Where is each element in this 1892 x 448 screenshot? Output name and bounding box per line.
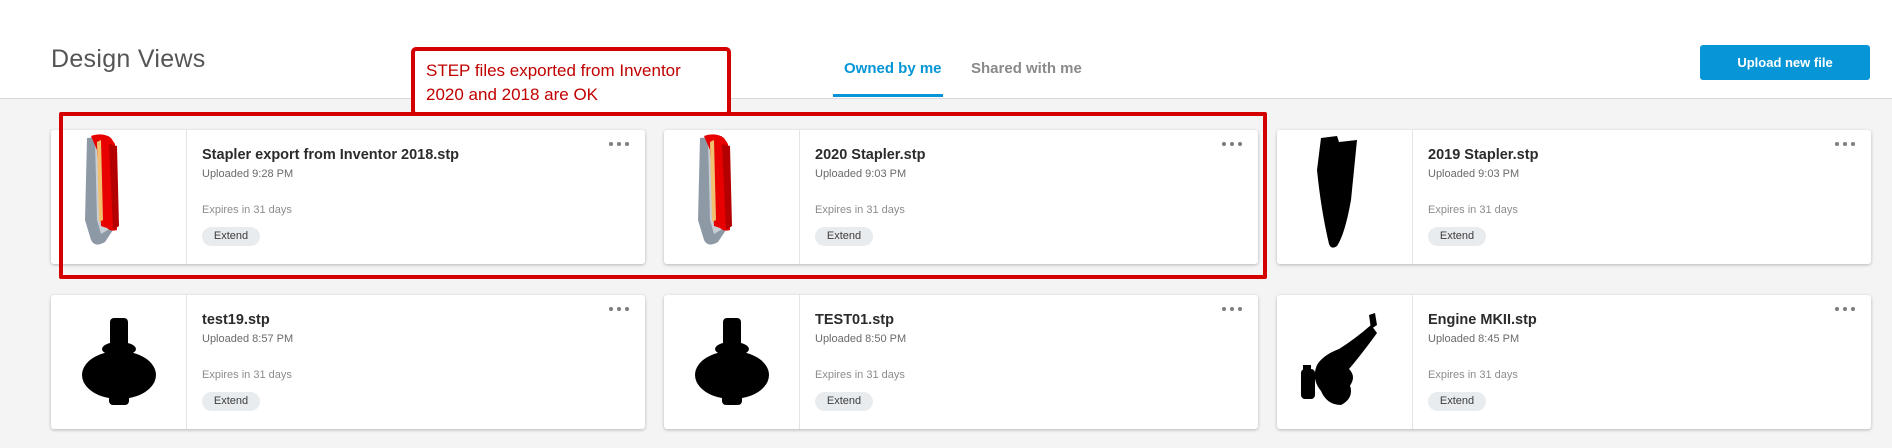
- more-options-icon[interactable]: [1835, 305, 1857, 315]
- file-name[interactable]: 2019 Stapler.stp: [1428, 147, 1538, 163]
- file-thumbnail: [51, 130, 187, 264]
- expiry-text: Expires in 31 days: [202, 204, 292, 216]
- upload-time: Uploaded 9:03 PM: [1428, 168, 1520, 180]
- file-name[interactable]: TEST01.stp: [815, 312, 894, 328]
- file-card[interactable]: Engine MKII.stp Uploaded 8:45 PM Expires…: [1277, 295, 1871, 429]
- expiry-text: Expires in 31 days: [1428, 369, 1518, 381]
- tab-owned-by-me[interactable]: Owned by me: [844, 60, 942, 77]
- file-card[interactable]: Stapler export from Inventor 2018.stp Up…: [51, 130, 645, 264]
- annotation-callout: STEP files exported from Inventor 2020 a…: [411, 47, 731, 116]
- file-thumbnail: [664, 295, 800, 429]
- expiry-text: Expires in 31 days: [815, 204, 905, 216]
- file-name[interactable]: test19.stp: [202, 312, 270, 328]
- extend-button[interactable]: Extend: [815, 392, 873, 411]
- file-thumbnail: [664, 130, 800, 264]
- black-engine-silhouette-icon: [1301, 313, 1377, 405]
- extend-button[interactable]: Extend: [1428, 392, 1486, 411]
- expiry-text: Expires in 31 days: [202, 369, 292, 381]
- black-stapler-silhouette-icon: [1317, 136, 1357, 248]
- more-options-icon[interactable]: [609, 305, 631, 315]
- header: Design Views Owned by me Shared with me …: [0, 0, 1892, 99]
- more-options-icon[interactable]: [609, 140, 631, 150]
- active-tab-indicator: [833, 94, 943, 97]
- upload-time: Uploaded 9:03 PM: [815, 168, 907, 180]
- more-options-icon[interactable]: [1222, 305, 1244, 315]
- file-thumbnail: [1277, 295, 1413, 429]
- expiry-text: Expires in 31 days: [1428, 204, 1518, 216]
- more-options-icon[interactable]: [1222, 140, 1244, 150]
- upload-new-file-button[interactable]: Upload new file: [1700, 45, 1870, 80]
- file-name[interactable]: Engine MKII.stp: [1428, 312, 1537, 328]
- file-card[interactable]: test19.stp Uploaded 8:57 PM Expires in 3…: [51, 295, 645, 429]
- upload-time: Uploaded 8:57 PM: [202, 333, 294, 345]
- file-card[interactable]: 2019 Stapler.stp Uploaded 9:03 PM Expire…: [1277, 130, 1871, 264]
- tab-shared-with-me[interactable]: Shared with me: [971, 60, 1082, 77]
- extend-button[interactable]: Extend: [1428, 227, 1486, 246]
- red-stapler-icon: [698, 134, 732, 245]
- more-options-icon[interactable]: [1835, 140, 1857, 150]
- upload-time: Uploaded 8:50 PM: [815, 333, 907, 345]
- file-name[interactable]: 2020 Stapler.stp: [815, 147, 925, 163]
- file-thumbnail: [51, 295, 187, 429]
- expiry-text: Expires in 31 days: [815, 369, 905, 381]
- red-stapler-icon: [85, 134, 119, 245]
- black-part-silhouette-icon: [695, 318, 769, 405]
- file-card[interactable]: TEST01.stp Uploaded 8:50 PM Expires in 3…: [664, 295, 1258, 429]
- upload-time: Uploaded 9:28 PM: [202, 168, 294, 180]
- upload-time: Uploaded 8:45 PM: [1428, 333, 1520, 345]
- extend-button[interactable]: Extend: [815, 227, 873, 246]
- extend-button[interactable]: Extend: [202, 227, 260, 246]
- file-thumbnail: [1277, 130, 1413, 264]
- extend-button[interactable]: Extend: [202, 392, 260, 411]
- file-card[interactable]: 2020 Stapler.stp Uploaded 9:03 PM Expire…: [664, 130, 1258, 264]
- black-part-silhouette-icon: [82, 318, 156, 405]
- page-title: Design Views: [51, 45, 206, 73]
- file-name[interactable]: Stapler export from Inventor 2018.stp: [202, 147, 459, 163]
